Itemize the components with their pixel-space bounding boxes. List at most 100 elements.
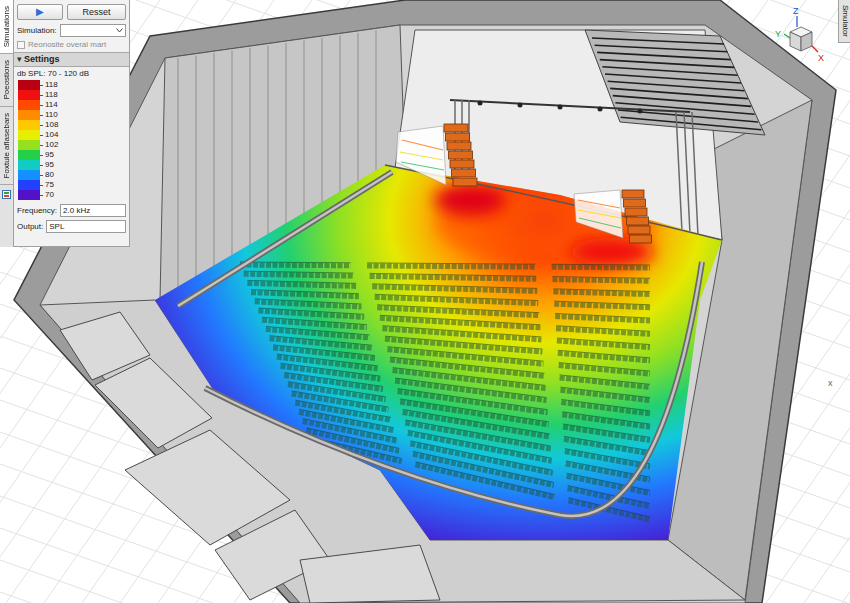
- seat-backs: [240, 262, 351, 264]
- seat-row: [255, 302, 362, 307]
- settings-panel: ▶ Resset Simulation: Reonosite overal ma…: [14, 0, 130, 247]
- seat-row: [370, 276, 537, 279]
- play-button[interactable]: ▶: [17, 4, 63, 20]
- seat-backs: [277, 354, 378, 366]
- wall-panel: [232, 51, 233, 259]
- legend-swatch: [18, 190, 40, 200]
- seat-backs: [372, 284, 537, 289]
- seat-row: [557, 341, 650, 348]
- seat-row: [562, 415, 650, 427]
- settings-header[interactable]: ▾ Settings: [14, 52, 129, 67]
- seat-backs: [552, 264, 650, 266]
- legend-label: 75: [45, 180, 54, 190]
- seat-backs: [262, 317, 367, 324]
- seat-backs: [377, 305, 539, 313]
- side-tab[interactable]: Poeostions: [0, 54, 13, 107]
- checkbox-row[interactable]: Reonosite overal mart: [14, 38, 129, 52]
- balcony-rail: [178, 172, 702, 516]
- seat-backs: [255, 299, 362, 304]
- seat-row: [247, 283, 356, 286]
- view-cube[interactable]: Z Y X: [775, 6, 824, 63]
- axis-label: Y: [775, 29, 781, 39]
- legend-swatch: [18, 170, 40, 180]
- speaker-box: [449, 151, 473, 159]
- legend-label: 95: [45, 160, 54, 170]
- legend-tick: [40, 165, 43, 166]
- line-array-right[interactable]: [622, 190, 652, 243]
- wall-panel: [214, 53, 215, 268]
- legend-row: 108: [18, 120, 129, 130]
- frequency-field[interactable]: 2.0 kHz: [60, 204, 126, 217]
- seat-backs: [251, 290, 359, 294]
- seat-row: [556, 329, 650, 335]
- wall-panel: [196, 56, 197, 279]
- rear-rooms: [60, 312, 440, 603]
- side-tab-label: Poeostions: [2, 60, 12, 100]
- simulation-row: Simulation:: [14, 23, 129, 38]
- seat-row: [564, 439, 650, 453]
- seat-row: [395, 381, 546, 401]
- app-window: Z Y X x SimulationsPoeostionsFoxtule afl…: [0, 0, 850, 603]
- wall-panel: [358, 33, 359, 189]
- legend-row: 118: [18, 90, 129, 100]
- output-row: Output: SPL: [14, 217, 129, 233]
- wall-panel: [268, 46, 269, 239]
- speaker-box: [624, 199, 646, 207]
- panel-icon[interactable]: [2, 190, 11, 199]
- seat-row: [375, 297, 539, 303]
- legend-tick: [40, 145, 43, 146]
- heatmap-hotspots: [434, 184, 655, 266]
- simulator-tab[interactable]: Smulator: [838, 0, 850, 43]
- building-shell: [14, 0, 836, 603]
- seat-backs: [555, 313, 650, 318]
- legend-swatch: [18, 150, 40, 160]
- seat-backs: [564, 436, 650, 450]
- fly-bar: [621, 117, 762, 130]
- legend-tick: [40, 125, 43, 126]
- seating: [240, 262, 650, 520]
- legend-swatch: [18, 160, 40, 170]
- wall-panel: [304, 40, 305, 218]
- checkbox[interactable]: [17, 41, 25, 49]
- simulation-dropdown[interactable]: [60, 24, 126, 37]
- legend-row: 110: [18, 110, 129, 120]
- side-tab-strip: Simulations Poeostions Foxtule aflasebars: [0, 0, 14, 247]
- seat-backs: [385, 336, 543, 349]
- settings-body: db SPL: 70 - 120 dB 11811811411010810410…: [14, 67, 129, 233]
- seat-row: [560, 390, 650, 400]
- seat-row: [552, 280, 650, 282]
- side-tab[interactable]: Simulations: [0, 0, 13, 54]
- legend-tick: [40, 155, 43, 156]
- play-icon: ▶: [36, 6, 44, 18]
- seat-backs: [557, 338, 650, 345]
- reset-button[interactable]: Resset: [67, 4, 126, 20]
- line-array-left[interactable]: [444, 124, 477, 186]
- seat-backs: [380, 315, 541, 325]
- fly-tower: [585, 30, 765, 135]
- legend-swatch: [18, 80, 40, 90]
- seat-backs: [382, 326, 541, 337]
- seat-backs: [400, 399, 548, 422]
- fly-bar: [592, 38, 724, 44]
- speaker-box: [453, 178, 477, 186]
- building-interior: [40, 25, 812, 603]
- legend-swatch: [18, 100, 40, 110]
- side-tab[interactable]: Foxtule aflasebars: [0, 107, 13, 185]
- seat-backs: [563, 424, 650, 437]
- fly-bar: [595, 45, 728, 52]
- toolbar: ▶ Resset: [14, 0, 129, 23]
- seat-row: [565, 452, 650, 467]
- seat-backs: [415, 462, 554, 495]
- seat-backs: [370, 273, 537, 276]
- legend-label: 108: [45, 120, 58, 130]
- legend-tick: [40, 115, 43, 116]
- fly-bar: [600, 60, 734, 68]
- speaker-box: [630, 235, 652, 243]
- frequency-row: Frequency: 2.0 kHz: [14, 201, 129, 217]
- wall-panel: [376, 30, 377, 179]
- legend-row: 75: [18, 180, 129, 190]
- speaker-box: [628, 226, 650, 234]
- legend-row: 95: [18, 150, 129, 160]
- legend-row: 114: [18, 100, 129, 110]
- output-field[interactable]: SPL: [46, 220, 126, 233]
